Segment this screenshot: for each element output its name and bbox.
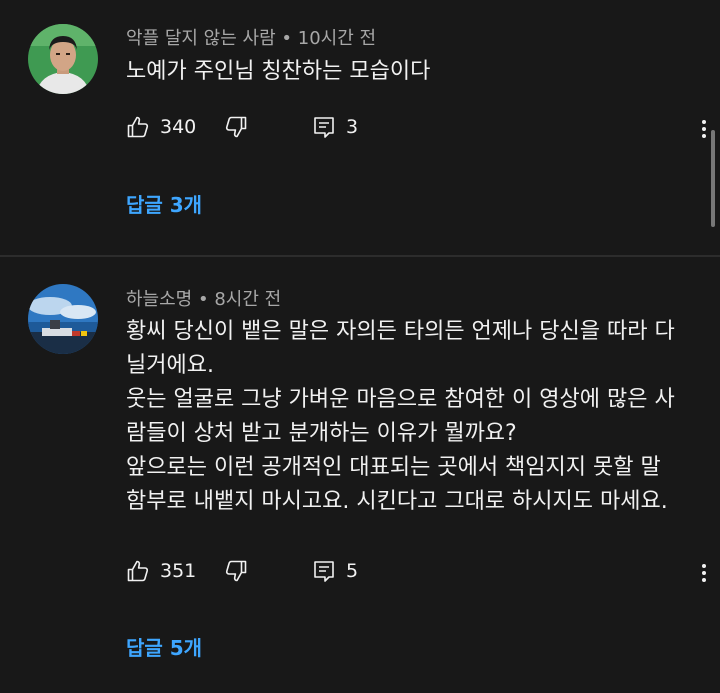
thumbs-up-icon <box>127 560 149 582</box>
comment-time: 10시간 전 <box>297 28 377 49</box>
comment-time: 8시간 전 <box>214 289 282 310</box>
comment-text-line: 노예가 주인님 칭찬하는 모습이다 <box>126 59 431 84</box>
comment-text-line: 앞으로는 이런 공개적인 대표되는 곳에서 책임지지 못할 말 <box>126 455 661 480</box>
avatar[interactable] <box>28 24 98 94</box>
reply-count: 5 <box>346 560 359 582</box>
like-button[interactable]: 351 <box>126 559 196 583</box>
comment-meta: 하늘소명 • 8시간 전 <box>126 285 281 311</box>
comment-text-line: 닐거에요. <box>126 353 214 378</box>
view-replies-link[interactable]: 답글 3개 <box>126 189 202 218</box>
view-replies-link[interactable]: 답글 5개 <box>126 632 202 661</box>
comment-reply-icon <box>314 117 334 138</box>
comment-text-line: 람들이 상처 받고 분개하는 이유가 뭘까요? <box>126 421 517 446</box>
meta-separator: • <box>197 289 209 310</box>
comment-item: 악플 달지 않는 사람 • 10시간 전 노예가 주인님 칭찬하는 모습이다 3… <box>0 0 720 256</box>
author-name[interactable]: 하늘소명 <box>126 289 192 310</box>
more-options-icon[interactable] <box>694 561 714 587</box>
comment-text-line: 함부로 내뱉지 마시고요. 시킨다고 그대로 하시지도 마세요. <box>126 489 668 514</box>
sky-landscape-avatar-icon <box>28 284 98 354</box>
dislike-button[interactable] <box>224 559 248 587</box>
author-name[interactable]: 악플 달지 않는 사람 <box>126 28 276 49</box>
comment-reply-icon <box>314 561 334 582</box>
comment-text: 노예가 주인님 칭찬하는 모습이다 <box>126 55 696 89</box>
reply-button[interactable]: 3 <box>312 115 358 139</box>
comment-text: 황씨 당신이 뱉은 말은 자의든 타의든 언제나 당신을 따라 다 닐거에요. … <box>126 315 696 519</box>
thumbs-down-icon <box>225 560 247 582</box>
like-count: 340 <box>160 116 197 138</box>
avatar[interactable] <box>28 284 98 354</box>
like-button[interactable]: 340 <box>126 115 196 139</box>
comment-item: 하늘소명 • 8시간 전 황씨 당신이 뱉은 말은 자의든 타의든 언제나 당신… <box>0 257 720 693</box>
comment-actions: 340 3 <box>126 115 706 145</box>
reply-count: 3 <box>346 116 359 138</box>
scrollbar[interactable] <box>711 130 715 227</box>
like-count: 351 <box>160 560 197 582</box>
meta-separator: • <box>281 28 293 49</box>
dislike-button[interactable] <box>224 115 248 143</box>
thumbs-up-icon <box>127 116 149 138</box>
comment-text-line: 황씨 당신이 뱉은 말은 자의든 타의든 언제나 당신을 따라 다 <box>126 319 675 344</box>
person-portrait-avatar-icon <box>28 24 98 94</box>
comment-actions: 351 5 <box>126 559 706 589</box>
comment-meta: 악플 달지 않는 사람 • 10시간 전 <box>126 24 376 50</box>
comment-text-line: 웃는 얼굴로 그냥 가벼운 마음으로 참여한 이 영상에 많은 사 <box>126 387 675 412</box>
thumbs-down-icon <box>225 116 247 138</box>
reply-button[interactable]: 5 <box>312 559 358 583</box>
